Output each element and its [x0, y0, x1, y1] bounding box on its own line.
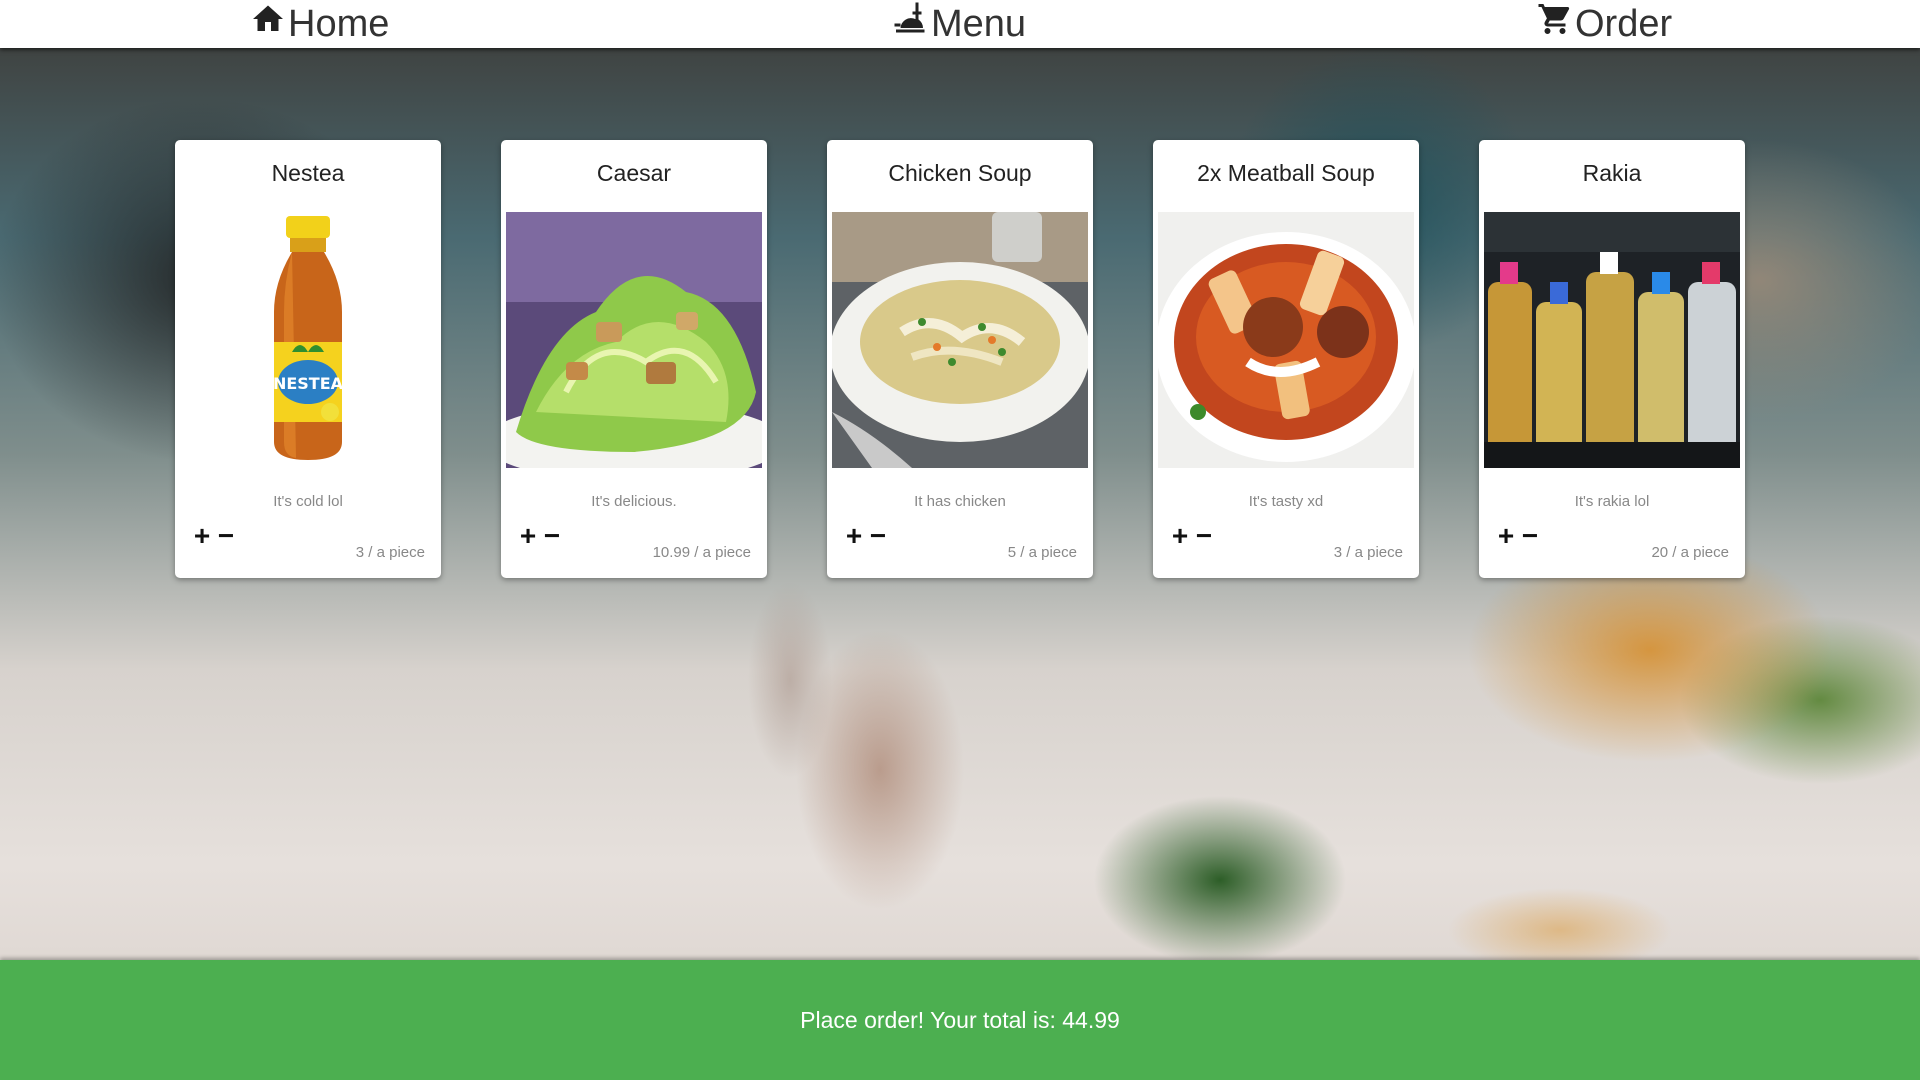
- menu-item-description: It's delicious.: [591, 493, 677, 510]
- menu-item-title: Nestea: [271, 160, 345, 186]
- quantity-controls: + −: [193, 522, 235, 550]
- quantity-controls: + −: [519, 522, 561, 550]
- increase-button[interactable]: +: [1171, 522, 1189, 550]
- decrease-button[interactable]: −: [217, 522, 235, 550]
- quantity-controls: + −: [845, 522, 887, 550]
- menu-item-title: Rakia: [1582, 160, 1642, 186]
- rakia-bottles-icon: [1484, 212, 1740, 468]
- home-icon: [250, 1, 288, 47]
- meatball-soup-icon: [1158, 212, 1414, 468]
- menu-item-description: It's tasty xd: [1248, 493, 1324, 510]
- caesar-salad-icon: [506, 212, 762, 468]
- quantity-controls: + −: [1497, 522, 1539, 550]
- menu-item-title: Chicken Soup: [888, 160, 1032, 186]
- nav-menu-label: Menu: [931, 2, 1027, 45]
- decrease-button[interactable]: −: [543, 522, 561, 550]
- menu-card: Rakia It's rakia lol + − 20 / a piece: [1479, 140, 1745, 578]
- menu-item-description: It's rakia lol: [1574, 493, 1650, 510]
- increase-button[interactable]: +: [845, 522, 863, 550]
- menu-item-price: 10.99 / a piece: [652, 544, 751, 561]
- shopping-cart-icon: [1537, 1, 1575, 47]
- menu-item-title: 2x Meatball Soup: [1197, 160, 1375, 186]
- decrease-button[interactable]: −: [1195, 522, 1213, 550]
- menu-card: Chicken Soup It has chicken + − 5 / a pi…: [827, 140, 1093, 578]
- menu-item-price: 20 / a piece: [1651, 544, 1729, 561]
- menu-item-price: 5 / a piece: [1007, 544, 1077, 561]
- nav-order-label: Order: [1575, 2, 1673, 45]
- decrease-button[interactable]: −: [869, 522, 887, 550]
- menu-item-description: It's cold lol: [273, 493, 343, 510]
- menu-card: 2x Meatball Soup It's tasty xd + − 3 / a…: [1153, 140, 1419, 578]
- menu-item-description: It has chicken: [914, 493, 1006, 510]
- nav-home-label: Home: [288, 2, 390, 45]
- menu-item-price: 3 / a piece: [355, 544, 425, 561]
- menu-card: Nestea NESTEA It's cold lol + − 3 / a pi…: [175, 140, 441, 578]
- menu-card: Caesar It's delicious. + − 10.99 / a pie…: [501, 140, 767, 578]
- iced-tea-bottle-icon: NESTEA: [180, 212, 436, 468]
- increase-button[interactable]: +: [1497, 522, 1515, 550]
- menu-item-title: Caesar: [596, 160, 672, 186]
- place-order-label: Place order! Your total is: 44.99: [800, 1006, 1120, 1033]
- food-service-icon: [893, 1, 931, 47]
- nav-menu[interactable]: Menu: [893, 0, 1026, 48]
- place-order-button[interactable]: Place order! Your total is: 44.99: [0, 960, 1920, 1080]
- menu-item-price: 3 / a piece: [1333, 544, 1403, 561]
- nav-home[interactable]: Home: [250, 0, 389, 48]
- quantity-controls: + −: [1171, 522, 1213, 550]
- decrease-button[interactable]: −: [1521, 522, 1539, 550]
- svg-text:NESTEA: NESTEA: [273, 374, 344, 393]
- increase-button[interactable]: +: [193, 522, 211, 550]
- increase-button[interactable]: +: [519, 522, 537, 550]
- chicken-soup-icon: [832, 212, 1088, 468]
- nav-order[interactable]: Order: [1537, 0, 1672, 48]
- top-nav: Home Menu Order: [0, 0, 1920, 48]
